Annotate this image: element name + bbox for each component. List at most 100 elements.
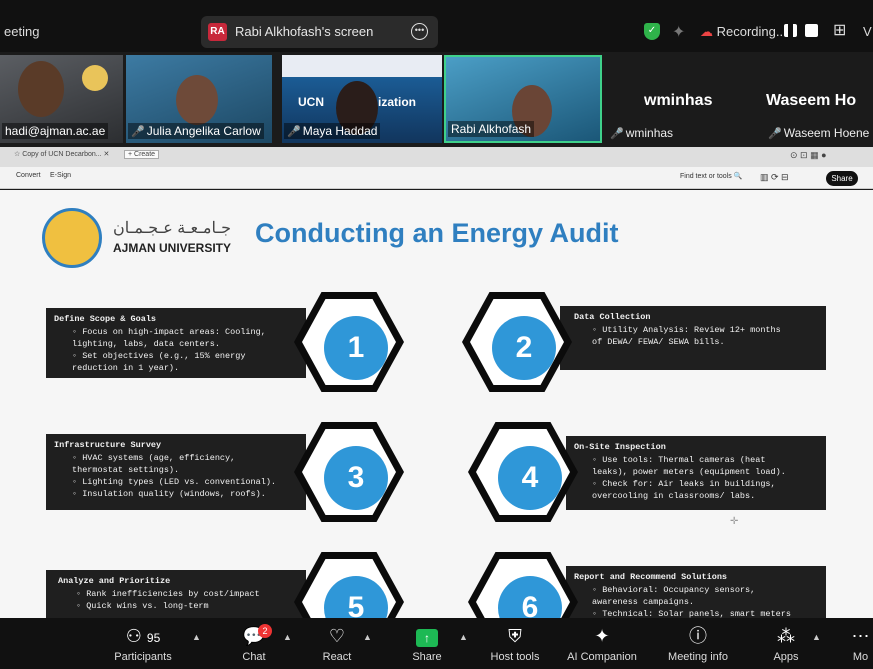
step-text-box: Data Collection ◦ Utility Analysis: Revi…: [560, 306, 826, 370]
step-hexagon: 2: [462, 292, 572, 392]
participant-name: 🎤 wminhas: [610, 126, 674, 140]
encryption-shield-icon[interactable]: ✓: [644, 23, 660, 40]
share-screen-button[interactable]: ↑ Share: [404, 624, 450, 663]
cloud-icon: ☁: [700, 24, 713, 39]
meeting-title: eeting: [4, 24, 40, 39]
step-text-box: Report and Recommend Solutions ◦ Behavio…: [566, 566, 826, 618]
participant-video: [18, 61, 64, 117]
step-hexagon: 4: [468, 422, 578, 522]
step-bullet: lighting, labs, data centers.: [72, 339, 220, 349]
find-tools-search[interactable]: Find text or tools 🔍: [680, 172, 742, 180]
virtual-bg-text: ization: [378, 95, 416, 109]
stop-recording-button[interactable]: [805, 24, 818, 37]
step-bullet: reduction in 1 year).: [72, 363, 180, 373]
participant-tile-name-large[interactable]: Waseem Ho: [766, 92, 856, 110]
participant-tile-active-speaker[interactable]: Rabi Alkhofash: [444, 55, 602, 143]
cursor-crosshair-icon: ✛: [730, 516, 739, 527]
step-bullet: of DEWA/ FEWA/ SEWA bills.: [592, 337, 725, 347]
step-number: 4: [498, 446, 562, 510]
step-bullet: ◦ Utility Analysis: Review 12+ months: [592, 325, 781, 335]
participant-tile[interactable]: 🎤 Julia Angelika Carlow: [126, 55, 272, 143]
mic-muted-icon: 🎤: [610, 128, 624, 140]
browser-tab-row: ☆ Copy of UCN Decarbon... ✕ + Create ⊙ ⊡…: [0, 147, 873, 167]
step-bullet: ◦ Check for: Air leaks in buildings,: [592, 479, 776, 489]
step-title: Data Collection: [574, 312, 651, 322]
step-bullet: ◦ Behavioral: Occupancy sensors,: [592, 585, 756, 595]
participant-tile-name-large[interactable]: wminhas: [644, 92, 712, 110]
pdf-toolbar-icons[interactable]: ▥ ⟳ ⊟: [760, 172, 789, 183]
step-text-box: Analyze and Prioritize ◦ Rank inefficien…: [46, 570, 306, 618]
more-options-icon[interactable]: •••: [411, 23, 428, 40]
step-number: 3: [324, 446, 388, 510]
virtual-bg-text: UCN: [298, 95, 324, 109]
shield-icon: ⛨: [508, 626, 522, 646]
more-button[interactable]: ⋯ Mo: [848, 624, 873, 663]
step-title: On-Site Inspection: [574, 442, 666, 452]
step-bullet: ◦ HVAC systems (age, efficiency,: [72, 453, 236, 463]
meeting-info-button[interactable]: ⓘ Meeting info: [660, 624, 736, 663]
step-bullet: ◦ Quick wins vs. long-term: [76, 601, 209, 611]
step-text-box: On-Site Inspection ◦ Use tools: Thermal …: [566, 436, 826, 510]
screen-share-indicator[interactable]: RA Rabi Alkhofash's screen •••: [201, 16, 438, 48]
react-label: React: [322, 651, 352, 663]
step-title: Define Scope & Goals: [54, 314, 157, 324]
create-button[interactable]: + Create: [124, 150, 160, 159]
step-number: 5: [324, 576, 388, 618]
step-bullet: ◦ Technical: Solar panels, smart meters: [592, 609, 791, 618]
react-button[interactable]: ♡ React: [314, 624, 360, 663]
participants-button[interactable]: ⚇ 95 Participants: [108, 624, 178, 663]
presentation-slide: جـامـعـة عـجـمـان AJMAN UNIVERSITY Condu…: [0, 190, 873, 618]
more-icon: ⋯: [851, 626, 870, 646]
browser-tab[interactable]: ☆ Copy of UCN Decarbon... ✕: [14, 150, 109, 158]
step-bullet: ◦ Insulation quality (windows, roofs).: [72, 489, 266, 499]
participant-tile[interactable]: UCN ization 🎤 Maya Haddad: [282, 55, 442, 143]
heart-icon: ♡: [328, 626, 346, 646]
convert-button[interactable]: Convert: [16, 172, 41, 179]
apps-button[interactable]: ⁂ Apps: [764, 624, 808, 663]
host-tools-button[interactable]: ⛨ Host tools: [484, 624, 546, 663]
apps-label: Apps: [773, 651, 799, 663]
chat-options-chevron-icon[interactable]: ▲: [283, 632, 292, 642]
step-title: Infrastructure Survey: [54, 440, 162, 450]
apps-options-chevron-icon[interactable]: ▲: [812, 632, 821, 642]
step-bullet: overcooling in classrooms/ labs.: [592, 491, 756, 501]
step-bullet: ◦ Lighting types (LED vs. conventional).: [72, 477, 277, 487]
step-title: Analyze and Prioritize: [58, 576, 171, 586]
esign-button[interactable]: E-Sign: [50, 172, 71, 179]
browser-window-controls[interactable]: ⊙ ⊡ ▦ ●: [790, 150, 827, 161]
react-options-chevron-icon[interactable]: ▲: [363, 632, 372, 642]
meeting-top-bar: eeting RA Rabi Alkhofash's screen ••• ✓ …: [0, 0, 873, 52]
mic-muted-icon: 🎤: [131, 126, 145, 138]
meeting-controls-toolbar: ⚇ 95 Participants ▲ 💬 Chat ▲ ♡ React ▲ ↑…: [0, 618, 873, 669]
participants-options-chevron-icon[interactable]: ▲: [192, 632, 201, 642]
participant-tile[interactable]: hadi@ajman.ac.ae: [0, 55, 123, 143]
info-icon: ⓘ: [689, 626, 707, 646]
step-hexagon: 6: [468, 552, 578, 618]
view-grid-icon[interactable]: ⊞: [833, 20, 846, 40]
pdf-share-button[interactable]: Share: [826, 171, 858, 186]
screen-share-label: Rabi Alkhofash's screen: [235, 24, 374, 39]
zoom-meeting-window: eeting RA Rabi Alkhofash's screen ••• ✓ …: [0, 0, 873, 669]
pause-recording-button[interactable]: [784, 24, 797, 37]
participant-strip: hadi@ajman.ac.ae 🎤 Julia Angelika Carlow …: [0, 52, 873, 144]
slide-title: Conducting an Energy Audit: [255, 218, 619, 248]
step-hexagon: 1: [294, 292, 404, 392]
university-logo-icon: [82, 65, 108, 91]
view-label[interactable]: V: [863, 24, 872, 39]
step-bullet: leaks), power meters (equipment load).: [592, 467, 786, 477]
share-options-chevron-icon[interactable]: ▲: [459, 632, 468, 642]
ajman-university-logo-icon: [42, 208, 102, 268]
step-bullet: thermostat settings).: [72, 465, 180, 475]
ai-companion-label: AI Companion: [567, 651, 637, 663]
logo-arabic-text: جـامـعـة عـجـمـان: [113, 220, 231, 237]
step-text-box: Define Scope & Goals ◦ Focus on high-imp…: [46, 308, 306, 378]
shared-browser-window: ☆ Copy of UCN Decarbon... ✕ + Create ⊙ ⊡…: [0, 147, 873, 189]
mic-muted-icon: 🎤: [287, 126, 301, 138]
ai-sparkle-icon[interactable]: ✦: [672, 22, 685, 42]
participants-label: Participants: [114, 651, 172, 663]
recording-status[interactable]: ☁ Recording...: [700, 24, 787, 40]
participant-name: 🎤 Waseem Hoene: [768, 126, 870, 140]
ai-companion-button[interactable]: ✦ AI Companion: [562, 624, 642, 663]
step-bullet: ◦ Rank inefficiencies by cost/impact: [76, 589, 260, 599]
sparkle-icon: ✦: [594, 626, 610, 646]
